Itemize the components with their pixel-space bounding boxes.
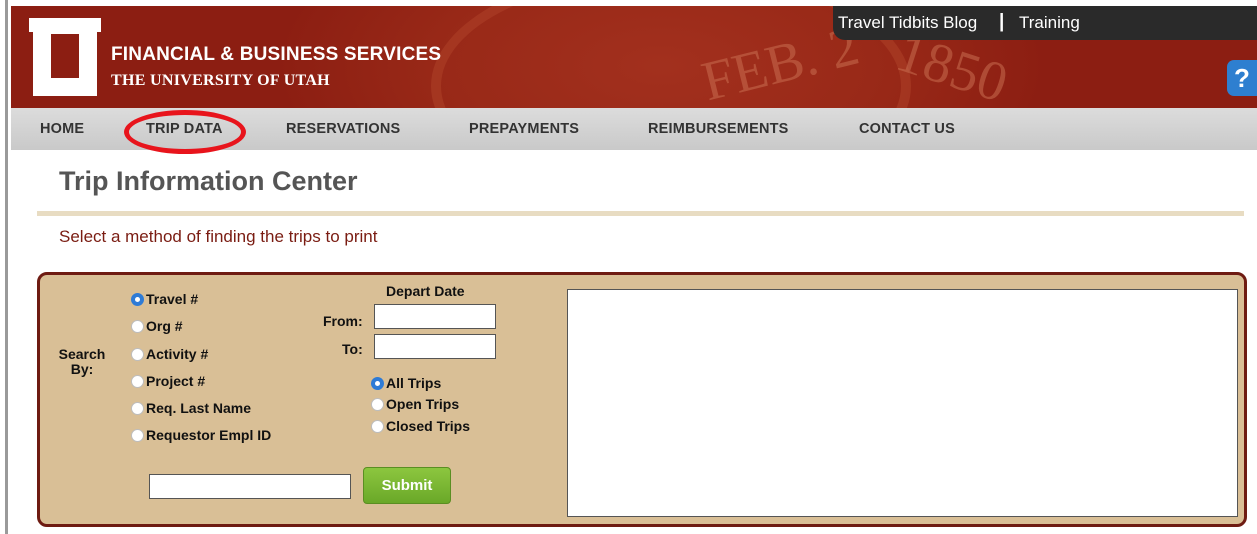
radio-project-number[interactable]: Project #: [131, 373, 205, 389]
instruction-text: Select a method of finding the trips to …: [59, 227, 378, 246]
radio-label: Req. Last Name: [146, 400, 252, 416]
radio-button[interactable]: [371, 397, 384, 411]
depart-date-label: Depart Date: [386, 283, 465, 299]
submit-button[interactable]: Submit: [363, 467, 451, 504]
from-label: From:: [323, 313, 363, 329]
nav-contact-us[interactable]: CONTACT US: [859, 121, 955, 137]
highlight-circle-annotation: [124, 110, 246, 154]
help-question-icon[interactable]: ?: [1227, 60, 1257, 96]
radio-button[interactable]: [131, 428, 144, 442]
radio-travel-number[interactable]: Travel #: [131, 291, 198, 307]
utility-bar: Travel Tidbits Blog | Training: [833, 6, 1257, 40]
radio-button[interactable]: [131, 347, 144, 361]
radio-button[interactable]: [131, 374, 144, 388]
radio-label: Closed Trips: [386, 418, 471, 434]
nav-reimbursements[interactable]: REIMBURSEMENTS: [648, 121, 789, 137]
radio-button[interactable]: [371, 419, 384, 433]
depart-to-input[interactable]: [374, 334, 496, 359]
to-label: To:: [342, 341, 363, 357]
site-header: FEB. 2 1850 FINANCIAL & BUSINESS SERVICE…: [11, 6, 1257, 108]
nav-reservations[interactable]: RESERVATIONS: [286, 121, 400, 137]
radio-org-number[interactable]: Org #: [131, 318, 183, 334]
search-value-input[interactable]: [149, 474, 351, 499]
radio-req-last-name[interactable]: Req. Last Name: [131, 400, 251, 416]
radio-closed-trips[interactable]: Closed Trips: [371, 418, 470, 434]
radio-button-selected[interactable]: [131, 292, 144, 306]
radio-label: All Trips: [386, 375, 442, 391]
logo-u-serif: [29, 18, 101, 32]
travel-tidbits-blog-link[interactable]: Travel Tidbits Blog: [838, 13, 977, 33]
university-u-logo[interactable]: [29, 18, 101, 96]
search-by-label-line2: By:: [70, 361, 94, 377]
radio-label: Open Trips: [386, 396, 460, 412]
nav-prepayments[interactable]: PREPAYMENTS: [469, 121, 579, 137]
radio-requestor-empl-id[interactable]: Requestor Empl ID: [131, 427, 271, 443]
depart-from-input[interactable]: [374, 304, 496, 329]
logo-u-inner: [51, 34, 79, 78]
left-frame-border: [0, 0, 8, 534]
radio-activity-number[interactable]: Activity #: [131, 346, 208, 362]
nav-home[interactable]: HOME: [40, 121, 84, 137]
radio-button-selected[interactable]: [371, 376, 384, 390]
radio-label: Project #: [146, 373, 206, 389]
radio-all-trips[interactable]: All Trips: [371, 375, 441, 391]
radio-button[interactable]: [131, 401, 144, 415]
title-divider: [37, 211, 1244, 216]
training-link[interactable]: Training: [1019, 13, 1080, 33]
search-by-label-line1: Search: [58, 346, 106, 362]
utility-separator: |: [999, 11, 1005, 32]
radio-label: Requestor Empl ID: [146, 427, 272, 443]
org-title[interactable]: FINANCIAL & BUSINESS SERVICES: [111, 44, 441, 66]
radio-label: Activity #: [146, 346, 209, 362]
search-by-label: Search By:: [56, 347, 108, 377]
results-textarea[interactable]: [567, 289, 1238, 517]
org-subtitle: THE UNIVERSITY OF UTAH: [111, 72, 330, 89]
radio-label: Travel #: [146, 291, 199, 307]
page-title: Trip Information Center: [59, 166, 358, 196]
radio-button[interactable]: [131, 319, 144, 333]
radio-label: Org #: [146, 318, 183, 334]
radio-open-trips[interactable]: Open Trips: [371, 396, 459, 412]
